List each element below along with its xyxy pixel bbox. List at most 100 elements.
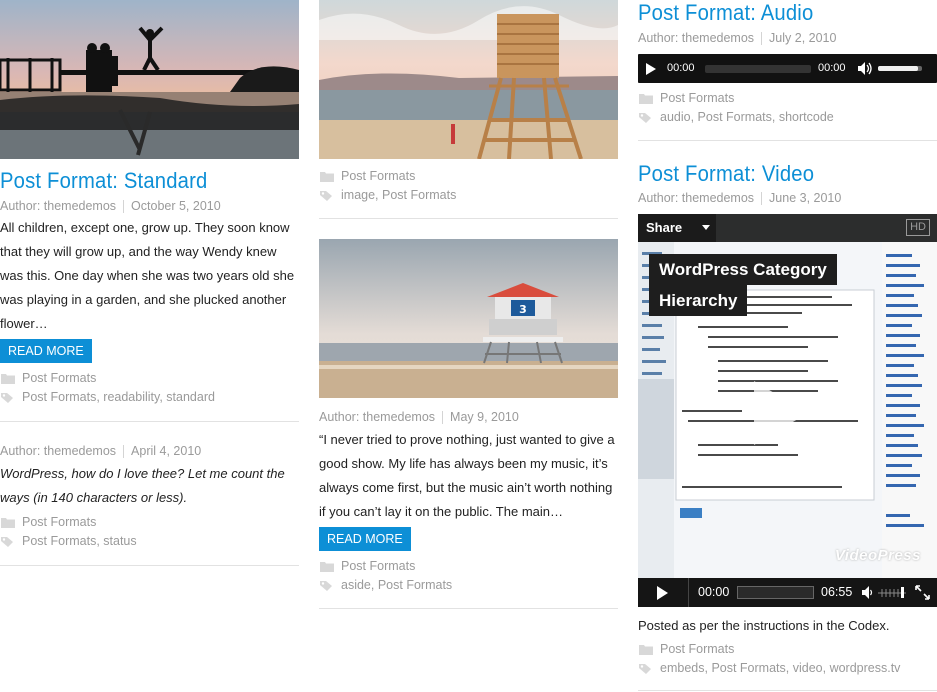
tag-link[interactable]: aside: [341, 578, 371, 592]
tag-link[interactable]: audio: [660, 110, 691, 124]
column-1: Post Format: Standard Author: themedemos…: [0, 0, 299, 566]
video-duration: 06:55: [821, 585, 853, 599]
divider: [638, 690, 937, 691]
folder-icon: [320, 171, 334, 182]
tag-link[interactable]: video: [793, 661, 823, 675]
aside-post-meta: Author: themedemos May 9, 2010: [319, 408, 519, 426]
tag-link[interactable]: Post Formats: [698, 110, 772, 124]
date-label[interactable]: June 3, 2010: [769, 191, 841, 205]
tag-link[interactable]: Post Formats: [711, 661, 785, 675]
hd-toggle[interactable]: HD: [906, 219, 930, 236]
category-link[interactable]: Post Formats: [660, 642, 734, 656]
tag-icon: [1, 392, 15, 403]
date-label[interactable]: April 4, 2010: [131, 444, 201, 458]
date-label[interactable]: October 5, 2010: [131, 199, 221, 213]
tag-link[interactable]: shortcode: [779, 110, 834, 124]
tag-link[interactable]: image: [341, 188, 375, 202]
audio-post-meta: Author: themedemos July 2, 2010: [638, 29, 836, 47]
big-play-icon[interactable]: [754, 381, 808, 445]
video-current-time: 00:00: [698, 585, 730, 599]
tag-link[interactable]: Post Formats: [22, 390, 96, 404]
author-label[interactable]: Author: themedemos: [319, 410, 435, 424]
aside-post-excerpt: “I never tried to prove nothing, just wa…: [319, 432, 615, 519]
read-more-button[interactable]: READ MORE: [0, 339, 92, 363]
author-label[interactable]: Author: themedemos: [0, 444, 116, 458]
audio-current-time: 00:00: [667, 62, 695, 74]
folder-icon: [1, 373, 15, 384]
folder-icon: [639, 644, 653, 655]
category-link[interactable]: Post Formats: [660, 91, 734, 105]
category-link[interactable]: Post Formats: [22, 515, 96, 529]
tag-icon: [1, 536, 15, 547]
status-post-meta: Author: themedemos April 4, 2010: [0, 442, 201, 460]
video-post-meta: Author: themedemos June 3, 2010: [638, 189, 841, 207]
svg-text:3: 3: [519, 303, 527, 316]
divider: [0, 565, 299, 566]
videopress-logo: VideoPress: [834, 547, 921, 564]
tag-link[interactable]: embeds: [660, 661, 704, 675]
share-button[interactable]: Share: [638, 214, 716, 242]
read-more-button[interactable]: READ MORE: [319, 527, 411, 551]
column-2: Post Formats image, Post Formats 3 Autho…: [319, 0, 618, 609]
tag-link[interactable]: Post Formats: [382, 188, 456, 202]
tags-row: embeds, Post Formats, video, wordpress.t…: [638, 659, 900, 678]
tags-row: Post Formats, readability, standard: [0, 388, 215, 407]
tag-link[interactable]: standard: [166, 390, 215, 404]
standard-post-thumbnail[interactable]: [0, 0, 299, 159]
date-label[interactable]: July 2, 2010: [769, 31, 836, 45]
tags-row: Post Formats, status: [0, 532, 137, 551]
tag-link[interactable]: Post Formats: [22, 534, 96, 548]
category-row: Post Formats: [0, 369, 96, 388]
video-top-bar: [716, 214, 937, 242]
video-progress-bar[interactable]: [737, 586, 814, 599]
folder-icon: [639, 93, 653, 104]
chevron-down-icon: [702, 225, 710, 230]
category-row: Post Formats: [319, 167, 415, 186]
tag-icon: [639, 112, 653, 123]
tags-row: audio, Post Formats, shortcode: [638, 108, 834, 127]
category-row: Post Formats: [638, 640, 734, 659]
date-label[interactable]: May 9, 2010: [450, 410, 519, 424]
volume-icon[interactable]: [862, 586, 874, 599]
audio-progress-bar[interactable]: [705, 65, 811, 73]
author-label[interactable]: Author: themedemos: [638, 191, 754, 205]
category-link[interactable]: Post Formats: [341, 559, 415, 573]
standard-post-meta: Author: themedemos October 5, 2010: [0, 197, 221, 215]
category-row: Post Formats: [638, 89, 734, 108]
video-player[interactable]: Share HD WordPress Category Hierarchy Vi…: [638, 214, 937, 607]
category-link[interactable]: Post Formats: [341, 169, 415, 183]
volume-slider[interactable]: [878, 586, 906, 599]
divider: [638, 140, 937, 141]
fullscreen-icon[interactable]: [915, 585, 930, 600]
image-post-thumbnail[interactable]: [319, 0, 618, 159]
video-title-line: Hierarchy: [649, 285, 748, 316]
standard-post-title[interactable]: Post Format: Standard: [0, 168, 226, 194]
status-post-content: WordPress, how do I love thee? Let me co…: [0, 466, 285, 505]
tag-link[interactable]: readability: [103, 390, 159, 404]
video-title-line: WordPress Category: [649, 254, 837, 285]
divider: [688, 578, 689, 607]
category-row: Post Formats: [0, 513, 96, 532]
author-label[interactable]: Author: themedemos: [638, 31, 754, 45]
video-post-title[interactable]: Post Format: Video: [638, 161, 830, 187]
video-post-caption: Posted as per the instructions in the Co…: [638, 618, 890, 633]
author-label[interactable]: Author: themedemos: [0, 199, 116, 213]
tag-link[interactable]: status: [103, 534, 136, 548]
tag-icon: [639, 663, 653, 674]
volume-icon[interactable]: [858, 62, 872, 75]
standard-post-excerpt: All children, except one, grow up. They …: [0, 220, 295, 331]
tags-row: image, Post Formats: [319, 186, 456, 205]
tags-row: aside, Post Formats: [319, 576, 452, 595]
audio-post-title[interactable]: Post Format: Audio: [638, 0, 829, 26]
divider: [319, 608, 618, 609]
divider: [319, 218, 618, 219]
category-row: Post Formats: [319, 557, 415, 576]
category-link[interactable]: Post Formats: [22, 371, 96, 385]
aside-post-thumbnail[interactable]: 3: [319, 239, 618, 398]
tag-link[interactable]: Post Formats: [378, 578, 452, 592]
tag-link[interactable]: wordpress.tv: [830, 661, 901, 675]
volume-slider[interactable]: [878, 66, 922, 71]
play-icon[interactable]: [646, 63, 656, 75]
audio-player: 00:00 00:00: [638, 54, 937, 83]
play-icon[interactable]: [657, 586, 668, 600]
